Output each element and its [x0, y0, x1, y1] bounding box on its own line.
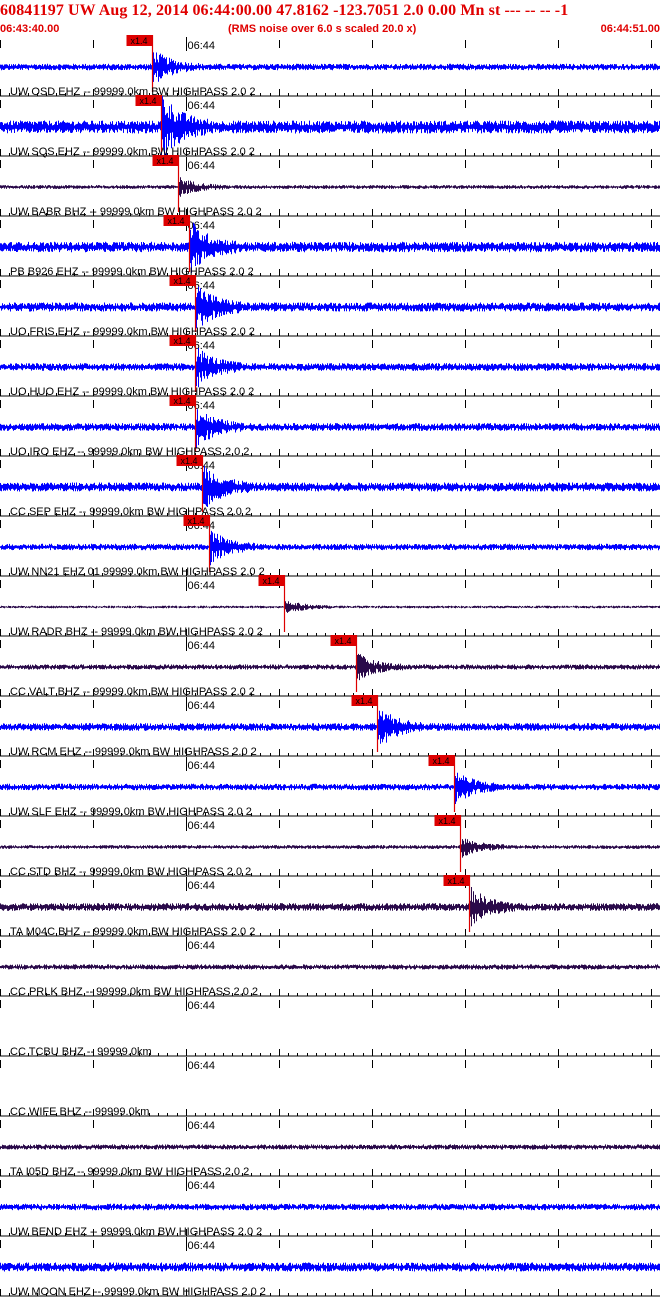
- seismic-waveform: [0, 601, 660, 613]
- minute-marker-label: 06:44: [188, 700, 216, 712]
- station-label: UW MOON EHZ -- 99999.0km BW HIGHPASS 2.0…: [10, 1286, 266, 1298]
- phase-pick-label: x1.4: [181, 456, 198, 466]
- station-label: UW NN21 EHZ 01 99999.0km BW HIGHPASS 2.0…: [10, 566, 265, 578]
- minute-marker-label: 06:44: [188, 580, 216, 592]
- station-label: UO HUO EHZ -- 99999.0km BW HIGHPASS 2.0 …: [10, 386, 254, 398]
- station-label: UW RADR BHZ -- 99999.0km BW HIGHPASS 2.0…: [10, 626, 263, 638]
- minute-marker-label: 06:44: [188, 640, 216, 652]
- station-label: TA M04C BHZ -- 99999.0km BW HIGHPASS 2.0…: [10, 926, 255, 938]
- phase-pick-label: x1.4: [448, 876, 465, 886]
- minute-marker-label: 06:44: [188, 1120, 216, 1132]
- minute-marker-label: 06:44: [188, 1240, 216, 1252]
- phase-pick-label: x1.4: [140, 96, 157, 106]
- seismic-waveform: [0, 710, 660, 744]
- seismic-waveform: [0, 772, 660, 804]
- seismic-waveform: [0, 838, 660, 858]
- phase-pick-label: x1.4: [188, 516, 205, 526]
- phase-pick-label: x1.4: [131, 36, 148, 46]
- minute-marker-label: 06:44: [188, 1180, 216, 1192]
- station-label: UW BABR BHZ -- 99999.0km BW HIGHPASS 2.0…: [10, 206, 262, 218]
- station-label: CC PRLK BHZ -- 99999.0km BW HIGHPASS 2.0…: [10, 986, 258, 998]
- station-label: UW SLF EHZ -- 99999.0km BW HIGHPASS 2.0 …: [10, 806, 252, 818]
- phase-pick-label: x1.4: [174, 276, 191, 286]
- seismic-waveform: [0, 464, 660, 512]
- phase-pick-label: x1.4: [174, 336, 191, 346]
- seismic-waveform: [0, 1262, 660, 1272]
- phase-pick-label: x1.4: [157, 156, 174, 166]
- station-label: PB B926 EHZ -- 99999.0km BW HIGHPASS 2.0…: [10, 266, 254, 278]
- minute-marker-label: 06:44: [188, 160, 216, 172]
- seismic-waveform: [0, 1144, 660, 1150]
- station-label: UW OSD EHZ -- 99999.0km BW HIGHPASS 2.0 …: [10, 86, 256, 98]
- phase-pick-label: x1.4: [335, 636, 352, 646]
- station-label: CC VALT BHZ -- 99999.0km BW HIGHPASS 2.0…: [10, 686, 255, 698]
- station-label: UW BEND EHZ -- 99999.0km BW HIGHPASS 2.0…: [10, 1226, 262, 1238]
- phase-pick-label: x1.4: [356, 696, 373, 706]
- phase-pick-label: x1.4: [263, 576, 280, 586]
- minute-marker-label: 06:44: [188, 40, 216, 52]
- minute-marker-label: 06:44: [188, 880, 216, 892]
- seismic-waveform: [0, 52, 660, 82]
- station-label: UW SQS EHZ -- 99999.0km BW HIGHPASS 2.0 …: [10, 146, 255, 158]
- station-label: TA I05D BHZ -- 99999.0km BW HIGHPASS 2.0…: [10, 1166, 249, 1178]
- minute-marker-label: 06:44: [188, 220, 216, 232]
- station-label: CC SEP EHZ -- 99999.0km BW HIGHPASS 2.0 …: [10, 506, 251, 518]
- station-label: CC TCBU BHZ -- 99999.0km: [10, 1046, 152, 1058]
- minute-marker-label: 06:44: [188, 820, 216, 832]
- seismic-waveform: [0, 884, 660, 927]
- station-label: UO FRIS EHZ -- 99999.0km BW HIGHPASS 2.0…: [10, 326, 255, 338]
- station-label: UW RCM EHZ -- 99999.0km BW HIGHPASS 2.0 …: [10, 746, 257, 758]
- minute-marker-label: 06:44: [188, 1060, 216, 1072]
- seismic-waveform: [0, 286, 660, 329]
- minute-marker-label: 06:44: [188, 1000, 216, 1012]
- seismic-waveform: [0, 348, 660, 388]
- seismogram-panel: 06:44x1.4UW OSD EHZ -- 99999.0km BW HIGH…: [0, 35, 660, 1298]
- seismic-waveform: [0, 1203, 660, 1211]
- station-label: UO IRO EHZ -- 99999.0km BW HIGHPASS 2.0 …: [10, 446, 249, 458]
- minute-marker-label: 06:44: [188, 100, 216, 112]
- phase-pick-label: x1.4: [174, 396, 191, 406]
- phase-pick-label: x1.4: [439, 816, 456, 826]
- seismic-waveform: [0, 530, 660, 566]
- minute-marker-label: 06:44: [188, 940, 216, 952]
- station-label: CC WIFE BHZ -- 99999.0km: [10, 1106, 149, 1118]
- seismic-waveform: [0, 177, 660, 197]
- seismic-waveform: [0, 964, 660, 970]
- phase-pick-label: x1.4: [168, 216, 185, 226]
- station-label: CC STD BHZ -- 99999.0km BW HIGHPASS 2.0 …: [10, 866, 251, 878]
- seismic-waveform: [0, 653, 660, 681]
- seismic-waveform: [0, 409, 660, 449]
- minute-marker-label: 06:44: [188, 760, 216, 772]
- phase-pick-label: x1.4: [433, 756, 450, 766]
